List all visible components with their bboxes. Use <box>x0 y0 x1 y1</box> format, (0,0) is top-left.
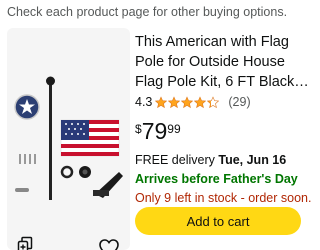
delivery-info: FREE delivery Tue, Jun 16 <box>135 153 286 167</box>
wishlist-button[interactable] <box>95 234 123 250</box>
product-card: This American with Flag Pole for Outside… <box>0 26 314 250</box>
product-title[interactable]: This American with Flag Pole for Outside… <box>135 32 311 92</box>
heart-outline-icon <box>99 239 119 250</box>
compare-button[interactable] <box>13 233 37 250</box>
flag-pole-kit-image <box>14 76 123 200</box>
product-price: $ 79 99 <box>135 118 181 146</box>
buying-options-notice: Check each product page for other buying… <box>7 5 288 19</box>
stock-warning: Only 9 left in stock - order soon. <box>135 191 312 205</box>
star-rating-icon <box>155 96 220 108</box>
price-fraction: 99 <box>167 122 181 136</box>
search-results-page: Check each product page for other buying… <box>0 0 314 250</box>
compare-icon <box>17 236 33 250</box>
product-image[interactable] <box>7 28 130 250</box>
rating-value: 4.3 <box>135 95 153 109</box>
delivery-date: Tue, Jun 16 <box>218 153 287 167</box>
product-info: This American with Flag Pole for Outside… <box>135 32 311 205</box>
price-whole: 79 <box>141 118 168 144</box>
rating-row[interactable]: 4.3 (29) <box>135 93 251 111</box>
add-to-cart-button[interactable]: Add to cart <box>135 207 301 235</box>
star-rating <box>155 96 225 109</box>
delivery-prefix: FREE delivery <box>135 153 219 167</box>
arrives-before-note: Arrives before Father's Day <box>135 172 298 186</box>
price-symbol: $ <box>135 122 142 136</box>
rating-count[interactable]: (29) <box>228 95 250 109</box>
